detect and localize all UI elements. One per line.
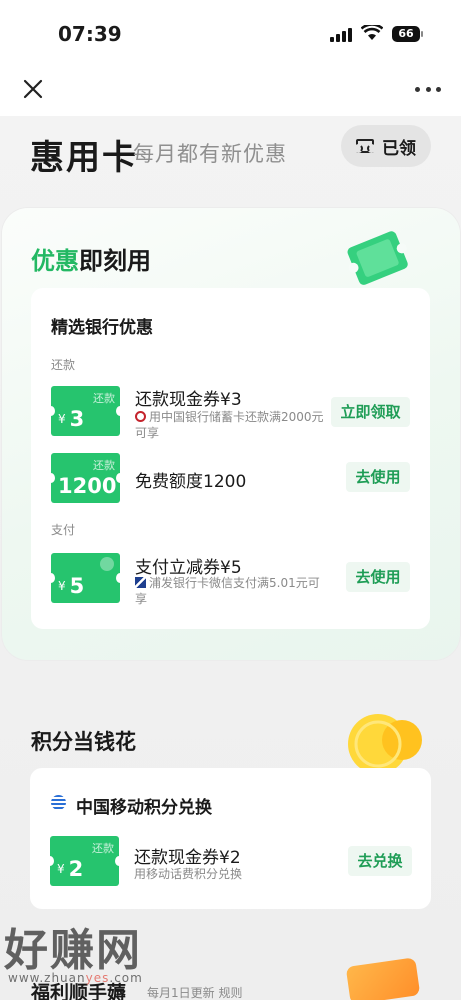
redeem-button[interactable]: 去兑换 [348, 846, 412, 876]
nav-bar [0, 62, 461, 116]
coupon-title: 免费额度1200 [135, 472, 247, 492]
coupon-amount: ¥3 [58, 407, 85, 431]
close-icon[interactable] [18, 74, 48, 104]
claimed-button[interactable]: 已领 [341, 125, 431, 167]
wifi-icon [361, 25, 383, 40]
signal-icon [330, 28, 352, 42]
coupon-ticket: 还款 ¥3 [47, 386, 124, 436]
coupon-ticket: 还款 ¥2 [46, 836, 123, 886]
section-label-repay: 还款 [51, 358, 76, 372]
use-button[interactable]: 去使用 [346, 562, 410, 592]
use-button[interactable]: 去使用 [346, 462, 410, 492]
claimed-label: 已领 [382, 138, 416, 159]
coupon-ticket: ¥5 [47, 553, 124, 603]
coupon-tag: 还款 [93, 392, 115, 405]
coupon-ticket: 还款 1200 [47, 453, 124, 503]
promo-heading-accent: 优惠 [31, 247, 79, 275]
status-bar: 07:39 66 [0, 0, 461, 62]
page-title: 惠用卡 [30, 138, 138, 178]
coupon-desc: 浦发银行卡微信支付满5.01元可享 [135, 576, 320, 606]
coupon-tag: 还款 [92, 842, 114, 855]
watermark-url: www.zhuanyes.com [8, 971, 143, 985]
coupon-amount: ¥2 [57, 857, 84, 881]
page-subtitle: 每月都有新优惠 [133, 142, 287, 166]
ticket-icon [354, 139, 376, 153]
coupon-title: 还款现金券¥3 [135, 390, 242, 410]
boc-bank-icon [135, 411, 146, 422]
coupon-amount: ¥5 [58, 574, 85, 598]
coupon-tag: 还款 [93, 459, 115, 472]
bank-offers-title: 精选银行优惠 [51, 318, 153, 338]
site-watermark: 好赚网 www.zhuanyes.com [4, 914, 204, 1000]
promo-heading: 优惠即刻用 [31, 241, 151, 276]
spdb-bank-icon [135, 577, 146, 588]
watermark-logo: 好赚网 [4, 925, 142, 976]
wechat-pay-icon [100, 557, 114, 571]
points-card-title: 中国移动积分兑换 [76, 798, 212, 818]
coupon-amount: 1200 [58, 474, 117, 498]
claim-now-button[interactable]: 立即领取 [331, 397, 410, 427]
section-label-pay: 支付 [51, 523, 76, 537]
coupon-desc: 用移动话费积分兑换 [134, 867, 243, 881]
points-heading: 积分当钱花 [31, 730, 136, 754]
more-dots-icon[interactable] [413, 82, 443, 96]
coupon-desc: 用中国银行储蓄卡还款满2000元可享 [135, 410, 324, 440]
promo-heading-rest: 即刻用 [79, 247, 151, 275]
green-ticket-illustration [347, 231, 408, 285]
china-mobile-icon [51, 795, 66, 810]
status-time: 07:39 [58, 22, 122, 46]
battery-icon: 66 [392, 26, 423, 42]
coupon-title: 还款现金券¥2 [134, 848, 241, 868]
